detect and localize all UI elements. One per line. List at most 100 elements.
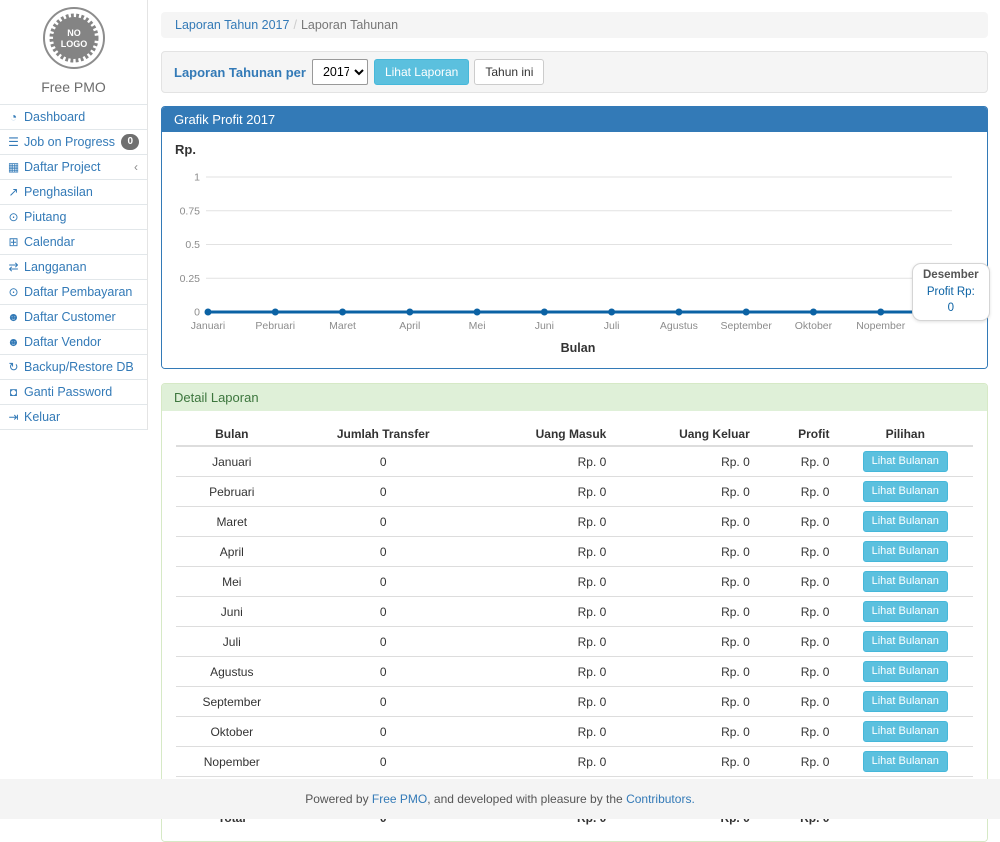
free-pmo-link[interactable]: Free PMO	[372, 792, 427, 806]
chart-line-icon: ↗	[6, 184, 21, 200]
col-pilihan: Pilihan	[837, 423, 973, 446]
table-row: Pebruari0Rp. 0Rp. 0Rp. 0Lihat Bulanan	[176, 477, 973, 507]
table-row: April0Rp. 0Rp. 0Rp. 0Lihat Bulanan	[176, 537, 973, 567]
tahun-ini-button[interactable]: Tahun ini	[474, 59, 544, 85]
no-logo-badge: NO LOGO	[42, 6, 106, 70]
data-point	[406, 309, 413, 316]
lihat-bulanan-button[interactable]: Lihat Bulanan	[863, 511, 948, 532]
table-row: Agustus0Rp. 0Rp. 0Rp. 0Lihat Bulanan	[176, 657, 973, 687]
logo: NO LOGO	[0, 0, 147, 73]
sidebar-item-daftar-customer[interactable]: ☻Daftar Customer	[0, 305, 147, 330]
sidebar-item-label: Penghasilan	[24, 185, 93, 199]
table-row: Oktober0Rp. 0Rp. 0Rp. 0Lihat Bulanan	[176, 717, 973, 747]
brand-name: Free PMO	[0, 73, 147, 104]
table-row: Juni0Rp. 0Rp. 0Rp. 0Lihat Bulanan	[176, 597, 973, 627]
sidebar-item-label: Backup/Restore DB	[24, 360, 134, 374]
lihat-bulanan-button[interactable]: Lihat Bulanan	[863, 661, 948, 682]
x-tick-label: Maret	[329, 320, 356, 332]
sidebar-item-calendar[interactable]: ⊞Calendar	[0, 230, 147, 255]
sidebar-item-langganan[interactable]: ⇄Langganan	[0, 255, 147, 280]
sidebar: NO LOGO Free PMO ◔Dashboard☰Job on Progr…	[0, 0, 148, 430]
tooltip-month: Desember	[923, 267, 979, 284]
users-icon: ☻	[6, 334, 21, 350]
breadcrumb: Laporan Tahun 2017/Laporan Tahunan	[161, 12, 988, 38]
sidebar-item-piutang[interactable]: ⊙Piutang	[0, 205, 147, 230]
lihat-bulanan-button[interactable]: Lihat Bulanan	[863, 691, 948, 712]
data-point	[272, 309, 279, 316]
data-point	[205, 309, 212, 316]
y-axis-title: Rp.	[175, 142, 196, 157]
lihat-bulanan-button[interactable]: Lihat Bulanan	[863, 751, 948, 772]
y-tick-label: 0.5	[185, 239, 200, 251]
x-axis-title: Bulan	[561, 341, 596, 355]
y-tick-label: 0.25	[180, 273, 201, 285]
data-point	[877, 309, 884, 316]
lihat-bulanan-button[interactable]: Lihat Bulanan	[863, 481, 948, 502]
sidebar-item-label: Daftar Pembayaran	[24, 285, 132, 299]
table-row: Mei0Rp. 0Rp. 0Rp. 0Lihat Bulanan	[176, 567, 973, 597]
sidebar-item-label: Piutang	[24, 210, 66, 224]
sidebar-item-penghasilan[interactable]: ↗Penghasilan	[0, 180, 147, 205]
sidebar-item-daftar-vendor[interactable]: ☻Daftar Vendor	[0, 330, 147, 355]
x-tick-label: Mei	[469, 320, 486, 332]
data-point	[608, 309, 615, 316]
sidebar-item-label: Daftar Project	[24, 160, 100, 174]
sidebar-item-daftar-pembayaran[interactable]: ⊙Daftar Pembayaran	[0, 280, 147, 305]
table-row: Nopember0Rp. 0Rp. 0Rp. 0Lihat Bulanan	[176, 747, 973, 777]
data-point	[810, 309, 817, 316]
tasks-icon: ☰	[6, 134, 21, 150]
page-footer: Powered by Free PMO, and developed with …	[0, 779, 1000, 819]
svg-text:LOGO: LOGO	[60, 39, 87, 49]
money-icon: ⊙	[6, 284, 21, 300]
data-point	[675, 309, 682, 316]
count-badge: 0	[121, 134, 139, 150]
table-row: September0Rp. 0Rp. 0Rp. 0Lihat Bulanan	[176, 687, 973, 717]
x-tick-label: Januari	[191, 320, 225, 332]
sidebar-item-daftar-project[interactable]: ▦Daftar Project‹	[0, 155, 147, 180]
data-point	[541, 309, 548, 316]
sidebar-item-ganti-password[interactable]: ◘Ganti Password	[0, 380, 147, 405]
report-table: Bulan Jumlah Transfer Uang Masuk Uang Ke…	[176, 423, 973, 829]
table-icon: ▦	[6, 159, 21, 175]
breadcrumb-link[interactable]: Laporan Tahun 2017	[175, 18, 289, 32]
lihat-laporan-button[interactable]: Lihat Laporan	[374, 59, 469, 85]
breadcrumb-separator: /	[289, 18, 300, 32]
data-point	[743, 309, 750, 316]
lihat-bulanan-button[interactable]: Lihat Bulanan	[863, 721, 948, 742]
retweet-icon: ⇄	[6, 259, 21, 275]
sidebar-item-label: Ganti Password	[24, 385, 112, 399]
profit-chart: Rp.00.250.50.751JanuariPebruariMaretApri…	[162, 132, 987, 368]
sidebar-item-backup-restore-db[interactable]: ↻Backup/Restore DB	[0, 355, 147, 380]
data-point	[339, 309, 346, 316]
x-tick-label: Oktober	[795, 320, 833, 332]
profit-chart-panel: Grafik Profit 2017 Rp.00.250.50.751Janua…	[161, 106, 988, 369]
sidebar-item-label: Daftar Customer	[24, 310, 116, 324]
x-tick-label: Agustus	[660, 320, 698, 332]
chart-panel-title: Grafik Profit 2017	[162, 107, 987, 132]
col-uang-keluar: Uang Keluar	[614, 423, 757, 446]
contributors-link[interactable]: Contributors.	[626, 792, 695, 806]
x-tick-label: Juni	[535, 320, 554, 332]
sidebar-item-keluar[interactable]: ⇥Keluar	[0, 405, 147, 430]
y-tick-label: 1	[194, 172, 200, 184]
year-select[interactable]: 2017	[312, 59, 368, 85]
money-icon: ⊙	[6, 209, 21, 225]
footer-text-middle: , and developed with pleasure by the	[427, 792, 626, 806]
lihat-bulanan-button[interactable]: Lihat Bulanan	[863, 571, 948, 592]
table-row: Januari0Rp. 0Rp. 0Rp. 0Lihat Bulanan	[176, 446, 973, 477]
detail-laporan-panel: Detail Laporan Bulan Jumlah Transfer Uan…	[161, 383, 988, 842]
detail-panel-title: Detail Laporan	[162, 384, 987, 411]
col-jumlah-transfer: Jumlah Transfer	[288, 423, 479, 446]
x-tick-label: Juli	[604, 320, 620, 332]
sidebar-item-dashboard[interactable]: ◔Dashboard	[0, 105, 147, 130]
table-row: Maret0Rp. 0Rp. 0Rp. 0Lihat Bulanan	[176, 507, 973, 537]
sidebar-menu: ◔Dashboard☰Job on Progress0▦Daftar Proje…	[0, 104, 147, 430]
lihat-bulanan-button[interactable]: Lihat Bulanan	[863, 631, 948, 652]
table-header-row: Bulan Jumlah Transfer Uang Masuk Uang Ke…	[176, 423, 973, 446]
sidebar-item-label: Daftar Vendor	[24, 335, 101, 349]
lihat-bulanan-button[interactable]: Lihat Bulanan	[863, 541, 948, 562]
sidebar-item-job-on-progress[interactable]: ☰Job on Progress0	[0, 130, 147, 155]
x-tick-label: April	[399, 320, 420, 332]
lihat-bulanan-button[interactable]: Lihat Bulanan	[863, 451, 948, 472]
lihat-bulanan-button[interactable]: Lihat Bulanan	[863, 601, 948, 622]
